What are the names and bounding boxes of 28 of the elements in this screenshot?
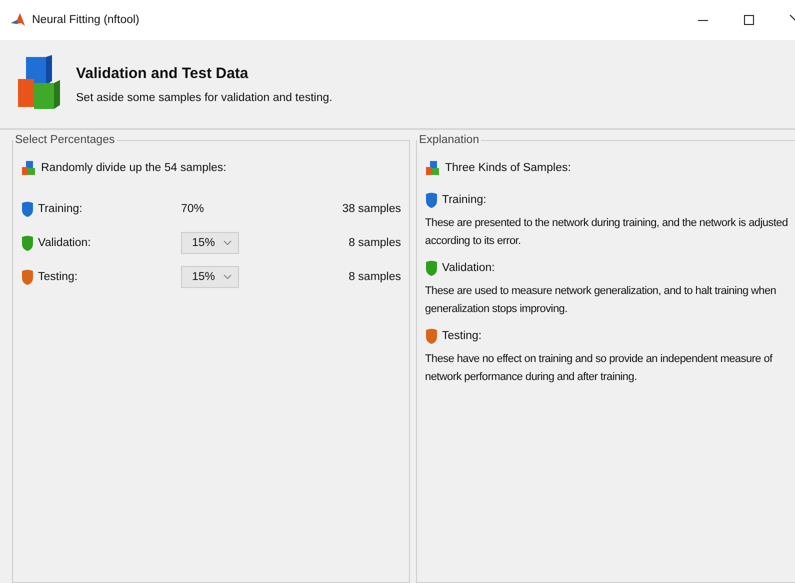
window-title: Neural Fitting (nftool)	[32, 14, 140, 26]
percent-dropdown[interactable]: 15%	[181, 232, 240, 254]
page-title: Validation and Test Data	[76, 64, 250, 82]
row-label: Validation:	[38, 237, 91, 249]
intro-text: Three Kinds of Samples:	[445, 162, 571, 174]
section-description: These have no effect on training and so provide an independent measure of network performance during and after training.	[425, 352, 774, 385]
intro-text: Randomly divide up the 54 samples:	[41, 162, 226, 174]
row-label: Testing:	[38, 271, 78, 283]
page-subtitle: Set aside some samples for validation and testing.	[76, 92, 332, 104]
percent-dropdown[interactable]: 15%	[181, 266, 240, 288]
row-label: Training:	[38, 203, 82, 215]
app-logo-icon	[10, 12, 26, 28]
sample-count: 8 samples	[348, 237, 401, 249]
maximize-icon[interactable]	[743, 14, 755, 26]
section-heading: Validation:	[442, 262, 495, 274]
panel-title: Explanation	[418, 134, 480, 146]
section-heading: Training:	[442, 194, 486, 206]
sample-count: 38 samples	[342, 203, 401, 215]
percent-value: 70%	[181, 203, 204, 215]
section-heading: Testing:	[442, 330, 482, 342]
panel-title: Select Percentages	[14, 134, 116, 146]
section-description: These are presented to the network during training, and the network is adjusted according to its error.	[425, 216, 789, 249]
sample-count: 8 samples	[348, 271, 401, 283]
caret-icon	[223, 274, 232, 280]
cubes-icon	[21, 160, 37, 176]
section-description: These are used to measure network generalization, and to halt training when generalization stops improving.	[425, 284, 778, 317]
cubes-icon	[425, 160, 441, 176]
caret-icon	[223, 240, 232, 246]
